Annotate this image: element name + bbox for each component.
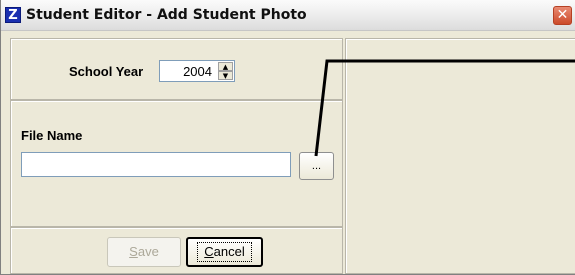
callout-line (314, 59, 575, 157)
student-editor-window: Z Student Editor - Add Student Photo ✕ S… (0, 0, 575, 275)
